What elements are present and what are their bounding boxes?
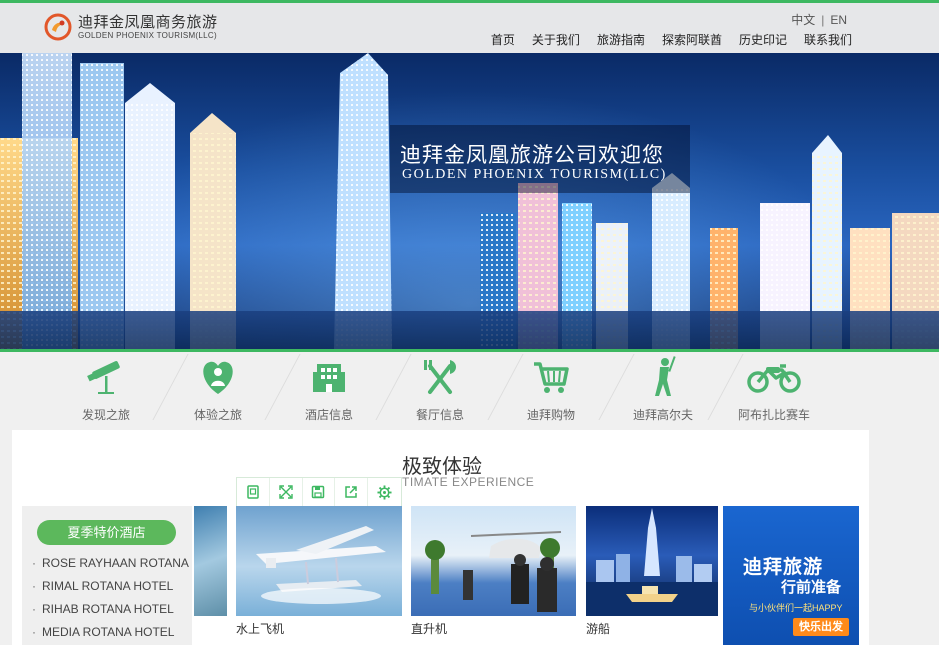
toolbar-save-button[interactable] [303, 478, 336, 506]
share-icon [345, 486, 358, 498]
nav-contact[interactable]: 联系我们 [804, 31, 852, 48]
section-subtitle: TIMATE EXPERIENCE [402, 475, 535, 489]
summer-hotels-button[interactable]: 夏季特价酒店 [37, 520, 176, 545]
fork-knife-icon [424, 360, 456, 394]
main-nav: 首页 关于我们 旅游指南 探索阿联酋 历史印记 联系我们 [474, 31, 852, 48]
toolbar-share-button[interactable] [335, 478, 369, 506]
feature-experience-tour[interactable]: 体验之旅 [168, 358, 268, 423]
feature-abu-dhabi-racing[interactable]: 阿布扎比赛车 [724, 358, 824, 423]
feature-restaurant-info[interactable]: 餐厅信息 [390, 358, 490, 423]
cart-icon [534, 362, 569, 393]
experience-card-seaplane[interactable]: 水上飞机 [236, 506, 402, 637]
site-header: 迪拜金凤凰商务旅游 GOLDEN PHOENIX TOURISM(LLC) 中文… [0, 0, 939, 53]
golf-icon [655, 356, 676, 396]
site-logo[interactable]: 迪拜金凤凰商务旅游 GOLDEN PHOENIX TOURISM(LLC) [44, 13, 218, 41]
copy-icon [247, 485, 259, 499]
nav-explore-uae[interactable]: 探索阿联酋 [662, 31, 722, 48]
logo-name-cn: 迪拜金凤凰商务旅游 [78, 13, 218, 31]
logo-name-en: GOLDEN PHOENIX TOURISM(LLC) [78, 30, 217, 40]
motorcycle-icon [747, 364, 801, 393]
heart-person-icon [203, 361, 233, 394]
toolbar-copy-button[interactable] [237, 478, 270, 506]
hero-banner[interactable]: 迪拜金凤凰旅游公司欢迎您 GOLDEN PHOENIX TOURISM(LLC) [0, 53, 939, 349]
lang-separator: | [821, 13, 825, 27]
summer-hotels-panel: 夏季特价酒店 ROSE RAYHAAN ROTANA RIMAL ROTANA … [22, 506, 192, 645]
feature-label: 阿布扎比赛车 [737, 408, 810, 422]
hotel-item[interactable]: MEDIA ROTANA HOTEL [32, 625, 192, 645]
feature-label: 发现之旅 [81, 408, 130, 422]
banner-water [0, 311, 939, 349]
floating-toolbar [236, 477, 402, 507]
ad-title-line2: 行前准备 [781, 579, 842, 596]
feature-label: 迪拜高尔夫 [632, 408, 693, 422]
feature-dubai-golf[interactable]: 迪拜高尔夫 [613, 356, 713, 423]
hotel-item[interactable]: RIHAB ROTANA HOTEL [32, 602, 192, 625]
ad-tagline: 与小伙伴们一起HAPPY [749, 603, 843, 613]
nav-about[interactable]: 关于我们 [532, 31, 580, 48]
language-switcher: 中文 | EN [791, 11, 847, 28]
toolbar-expand-button[interactable] [270, 478, 303, 506]
phoenix-logo-icon [44, 13, 72, 41]
cruise-photo [586, 506, 718, 616]
feature-discovery-tour[interactable]: 发现之旅 [56, 358, 156, 423]
banner-title-en: GOLDEN PHOENIX TOURISM(LLC) [402, 167, 667, 182]
nav-history[interactable]: 历史印记 [739, 31, 787, 48]
banner-title-cn: 迪拜金凤凰旅游公司欢迎您 [400, 143, 664, 167]
expand-icon [278, 485, 293, 499]
ad-title-line1: 迪拜旅游 [743, 557, 824, 578]
feature-dubai-shopping[interactable]: 迪拜购物 [501, 358, 601, 423]
aerial-city-photo [194, 506, 227, 616]
feature-label: 酒店信息 [304, 408, 353, 422]
save-icon [312, 485, 325, 499]
experience-card-helicopter[interactable]: 直升机 [411, 506, 576, 637]
partial-photo-card[interactable] [194, 506, 227, 616]
lang-zh-link[interactable]: 中文 [791, 13, 815, 27]
settings-icon [377, 484, 392, 500]
travel-prep-ad[interactable]: 迪拜旅游 行前准备 与小伙伴们一起HAPPY 快乐出发 [723, 506, 859, 645]
ad-go-button[interactable]: 快乐出发 [793, 618, 849, 636]
telescope-icon [87, 361, 120, 394]
card-caption: 直升机 [411, 622, 448, 636]
helicopter-photo [411, 506, 576, 616]
feature-label: 餐厅信息 [415, 408, 464, 422]
seaplane-photo [236, 506, 402, 616]
toolbar-settings-button[interactable] [368, 478, 401, 506]
experience-card-cruise[interactable]: 游船 [586, 506, 718, 637]
lang-en-link[interactable]: EN [830, 13, 847, 27]
card-caption: 水上飞机 [236, 622, 285, 636]
card-caption: 游船 [586, 622, 611, 636]
hotel-list: ROSE RAYHAAN ROTANA RIMAL ROTANA HOTEL R… [32, 556, 192, 645]
nav-home[interactable]: 首页 [491, 31, 515, 48]
feature-label: 体验之旅 [193, 408, 242, 422]
hotel-icon [313, 364, 345, 392]
feature-icon-bar: 发现之旅 体验之旅 酒店信息 餐厅信息 迪拜购物 迪拜高尔夫 阿布扎比赛车 [0, 352, 939, 424]
feature-hotel-info[interactable]: 酒店信息 [279, 358, 379, 423]
city-skyline-image [0, 53, 939, 349]
hotel-item[interactable]: RIMAL ROTANA HOTEL [32, 579, 192, 602]
feature-label: 迪拜购物 [526, 408, 575, 422]
hotel-item[interactable]: ROSE RAYHAAN ROTANA [32, 556, 192, 579]
nav-guide[interactable]: 旅游指南 [597, 31, 645, 48]
